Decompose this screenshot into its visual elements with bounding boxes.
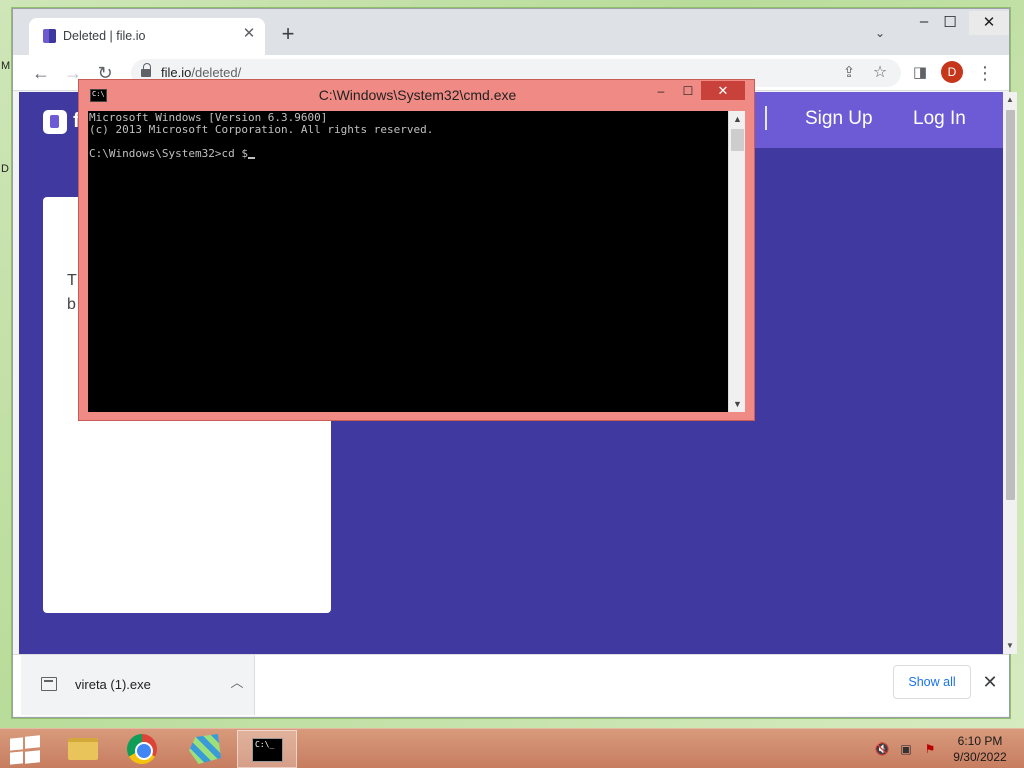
back-arrow-icon[interactable]: ← [29,61,53,85]
cmd-close-button[interactable]: ✕ [701,81,745,100]
windows-logo-pane [25,735,40,749]
cmd-scrollbar-thumb[interactable] [731,129,744,151]
cmd-window[interactable]: C:\Windows\System32\cmd.exe – ☐ ✕ Micros… [78,79,755,421]
chevron-up-icon[interactable]: ︿ [227,673,247,693]
registry-editor-icon [189,734,221,764]
tab-search-chevron-icon[interactable]: ⌄ [875,26,885,40]
start-button[interactable] [4,735,48,765]
url-path: /deleted/ [191,65,242,80]
taskbar: 🔇 ▣ ⚑ 6:10 PM 9/30/2022 [0,728,1024,768]
clock-date: 9/30/2022 [953,750,1007,764]
sign-up-link[interactable]: Sign Up [805,108,873,130]
card-text-line: T [67,272,77,289]
executable-file-icon [41,677,57,691]
console-prompt: C:\Windows\System32>cd $ [89,147,248,160]
download-item[interactable]: vireta (1).exe ︿ [21,655,255,715]
url-text: file.io/deleted/ [161,65,241,80]
profile-avatar[interactable]: D [941,61,963,83]
site-nav: Sign Up Log In [713,92,1003,148]
log-in-link[interactable]: Log In [913,108,966,130]
close-download-shelf-icon[interactable]: ✕ [979,671,1001,693]
cmd-scrollbar[interactable]: ▲ ▼ [728,111,745,412]
console-output[interactable]: Microsoft Windows [Version 6.3.9600] (c) … [88,111,728,412]
tab-file-io[interactable]: Deleted | file.io ✕ [29,18,265,55]
clock-time: 6:10 PM [957,734,1003,748]
scroll-down-icon[interactable]: ▼ [1003,640,1017,652]
file-io-logo-icon[interactable] [43,110,67,134]
bookmark-star-icon[interactable]: ☆ [868,61,892,85]
tab-strip: Deleted | file.io ✕ + ⌄ – ☐ ✕ [13,9,1009,55]
folder-icon [68,738,98,760]
side-panel-icon[interactable]: ◨ [908,61,932,85]
new-tab-button[interactable]: + [277,23,299,46]
chrome-icon [127,734,157,764]
command-prompt-icon [252,738,283,762]
maximize-button[interactable]: ☐ [935,13,965,31]
volume-muted-icon[interactable]: 🔇 [874,741,890,757]
windows-logo-pane [10,737,23,751]
desktop-icon-label-m: M [1,60,11,72]
windows-logo-pane [10,751,23,765]
taskbar-command-prompt[interactable] [237,730,297,768]
download-file-name: vireta (1).exe [75,677,151,692]
file-io-favicon-icon [43,29,56,43]
cmd-scroll-up-icon[interactable]: ▲ [729,111,746,127]
console-line: (c) 2013 Microsoft Corporation. All righ… [89,123,434,136]
windows-logo-pane [25,750,40,764]
lock-icon[interactable] [141,63,151,79]
cmd-maximize-button[interactable]: ☐ [675,82,701,100]
action-center-flag-icon[interactable]: ⚑ [922,741,938,757]
desktop-icon-label-d: D [1,163,9,175]
page-scrollbar[interactable]: ▲ ▼ [1003,92,1017,654]
network-icon[interactable]: ▣ [898,741,914,757]
card-text-line: b [67,296,76,313]
nav-divider [765,106,767,130]
scroll-up-icon[interactable]: ▲ [1003,94,1017,106]
show-all-downloads-button[interactable]: Show all [893,665,971,699]
url-host: file.io [161,65,192,80]
close-window-button[interactable]: ✕ [969,11,1009,35]
share-icon[interactable]: ⇪ [837,61,861,85]
cmd-scroll-down-icon[interactable]: ▼ [729,396,746,412]
tab-title: Deleted | file.io [63,29,146,43]
cmd-minimize-button[interactable]: – [648,82,674,100]
taskbar-chrome[interactable] [113,730,173,768]
download-shelf: vireta (1).exe ︿ Show all ✕ [13,654,1009,716]
scrollbar-thumb[interactable] [1006,110,1015,500]
text-cursor [247,157,255,159]
system-clock[interactable]: 6:10 PM 9/30/2022 [944,733,1016,765]
menu-kebab-icon[interactable]: ⋮ [973,61,997,85]
card-text: T b [67,269,77,317]
taskbar-file-explorer[interactable] [52,730,112,768]
close-tab-icon[interactable]: ✕ [239,24,259,44]
taskbar-registry-editor[interactable] [175,730,235,768]
console-prompt-line[interactable]: C:\Windows\System32>cd $ [89,148,727,160]
